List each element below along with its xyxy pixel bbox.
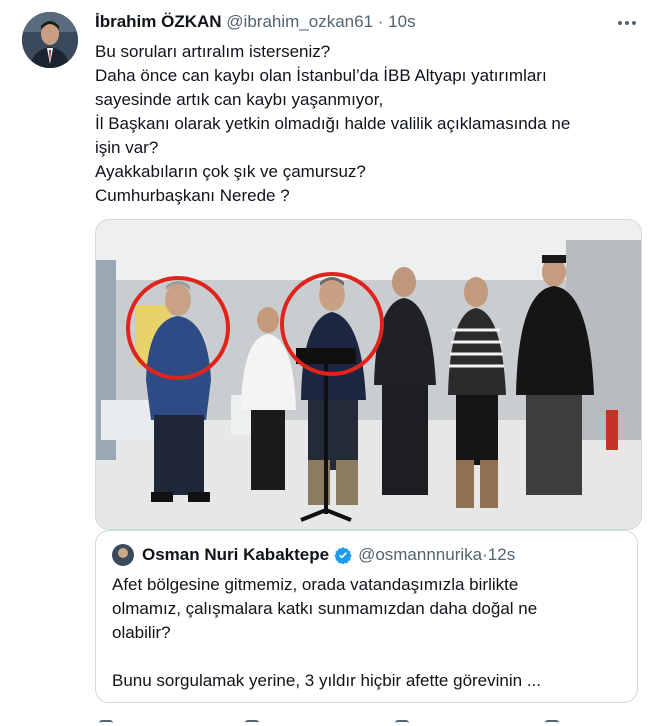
tweet-text-line: İl Başkanı olarak yetkin olmadığı halde … <box>95 114 571 133</box>
tweet-text-line: Daha önce can kaybı olan İstanbul’da İBB… <box>95 66 547 85</box>
author-name[interactable]: İbrahim ÖZKAN <box>95 12 222 31</box>
like-icon[interactable] <box>395 720 409 726</box>
retweet-icon[interactable] <box>245 720 259 726</box>
tweet-text-line: Cumhurbaşkanı Nerede ? <box>95 186 290 205</box>
quoted-tweet[interactable]: Osman Nuri Kabaktepe @osmannnurika · 12s… <box>95 530 638 703</box>
quoted-text-line: olmamız, çalışmalara katkı sunmamızdan d… <box>112 599 538 618</box>
quoted-text-line <box>112 645 622 669</box>
quoted-text-line: Bunu sorgulamak yerine, 3 yıldır hiçbir … <box>112 671 541 690</box>
tweet-text-line: Ayakkabıların çok şık ve çamursuz? <box>95 162 366 181</box>
quoted-author-name: Osman Nuri Kabaktepe <box>142 545 330 564</box>
tweet-text-line: Bu soruları artıralım isterseniz? <box>95 42 331 61</box>
reply-icon[interactable] <box>99 720 113 726</box>
tweet-text-line: işin var? <box>95 138 159 157</box>
quoted-text-line: Afet bölgesine gitmemiz, orada vatandaşı… <box>112 575 519 594</box>
avatar[interactable] <box>22 12 78 68</box>
quoted-text-line: olabilir? <box>112 623 171 642</box>
quoted-avatar <box>112 544 134 566</box>
quoted-author-handle: @osmannnurika <box>358 545 483 564</box>
verified-badge-icon <box>334 546 352 565</box>
separator-dot: · <box>377 12 384 31</box>
share-icon[interactable] <box>545 720 559 726</box>
tweet-text: Bu soruları artıralım isterseniz? Daha ö… <box>95 40 635 208</box>
tweet-header: İbrahim ÖZKAN @ibrahim_ozkan61 · 10s <box>95 12 630 36</box>
quoted-tweet-header: Osman Nuri Kabaktepe @osmannnurika · 12s <box>112 543 515 567</box>
quoted-tweet-time: 12s <box>487 545 516 564</box>
more-options-icon[interactable] <box>614 14 640 32</box>
tweet-photo[interactable] <box>95 219 642 530</box>
author-handle[interactable]: @ibrahim_ozkan61 <box>226 12 373 31</box>
tweet-text-line: sayesinde artık can kaybı yaşanmıyor, <box>95 90 384 109</box>
tweet-actions-bar <box>95 712 635 724</box>
quoted-tweet-text: Afet bölgesine gitmemiz, orada vatandaşı… <box>112 573 622 693</box>
tweet-time[interactable]: 10s <box>388 12 415 31</box>
